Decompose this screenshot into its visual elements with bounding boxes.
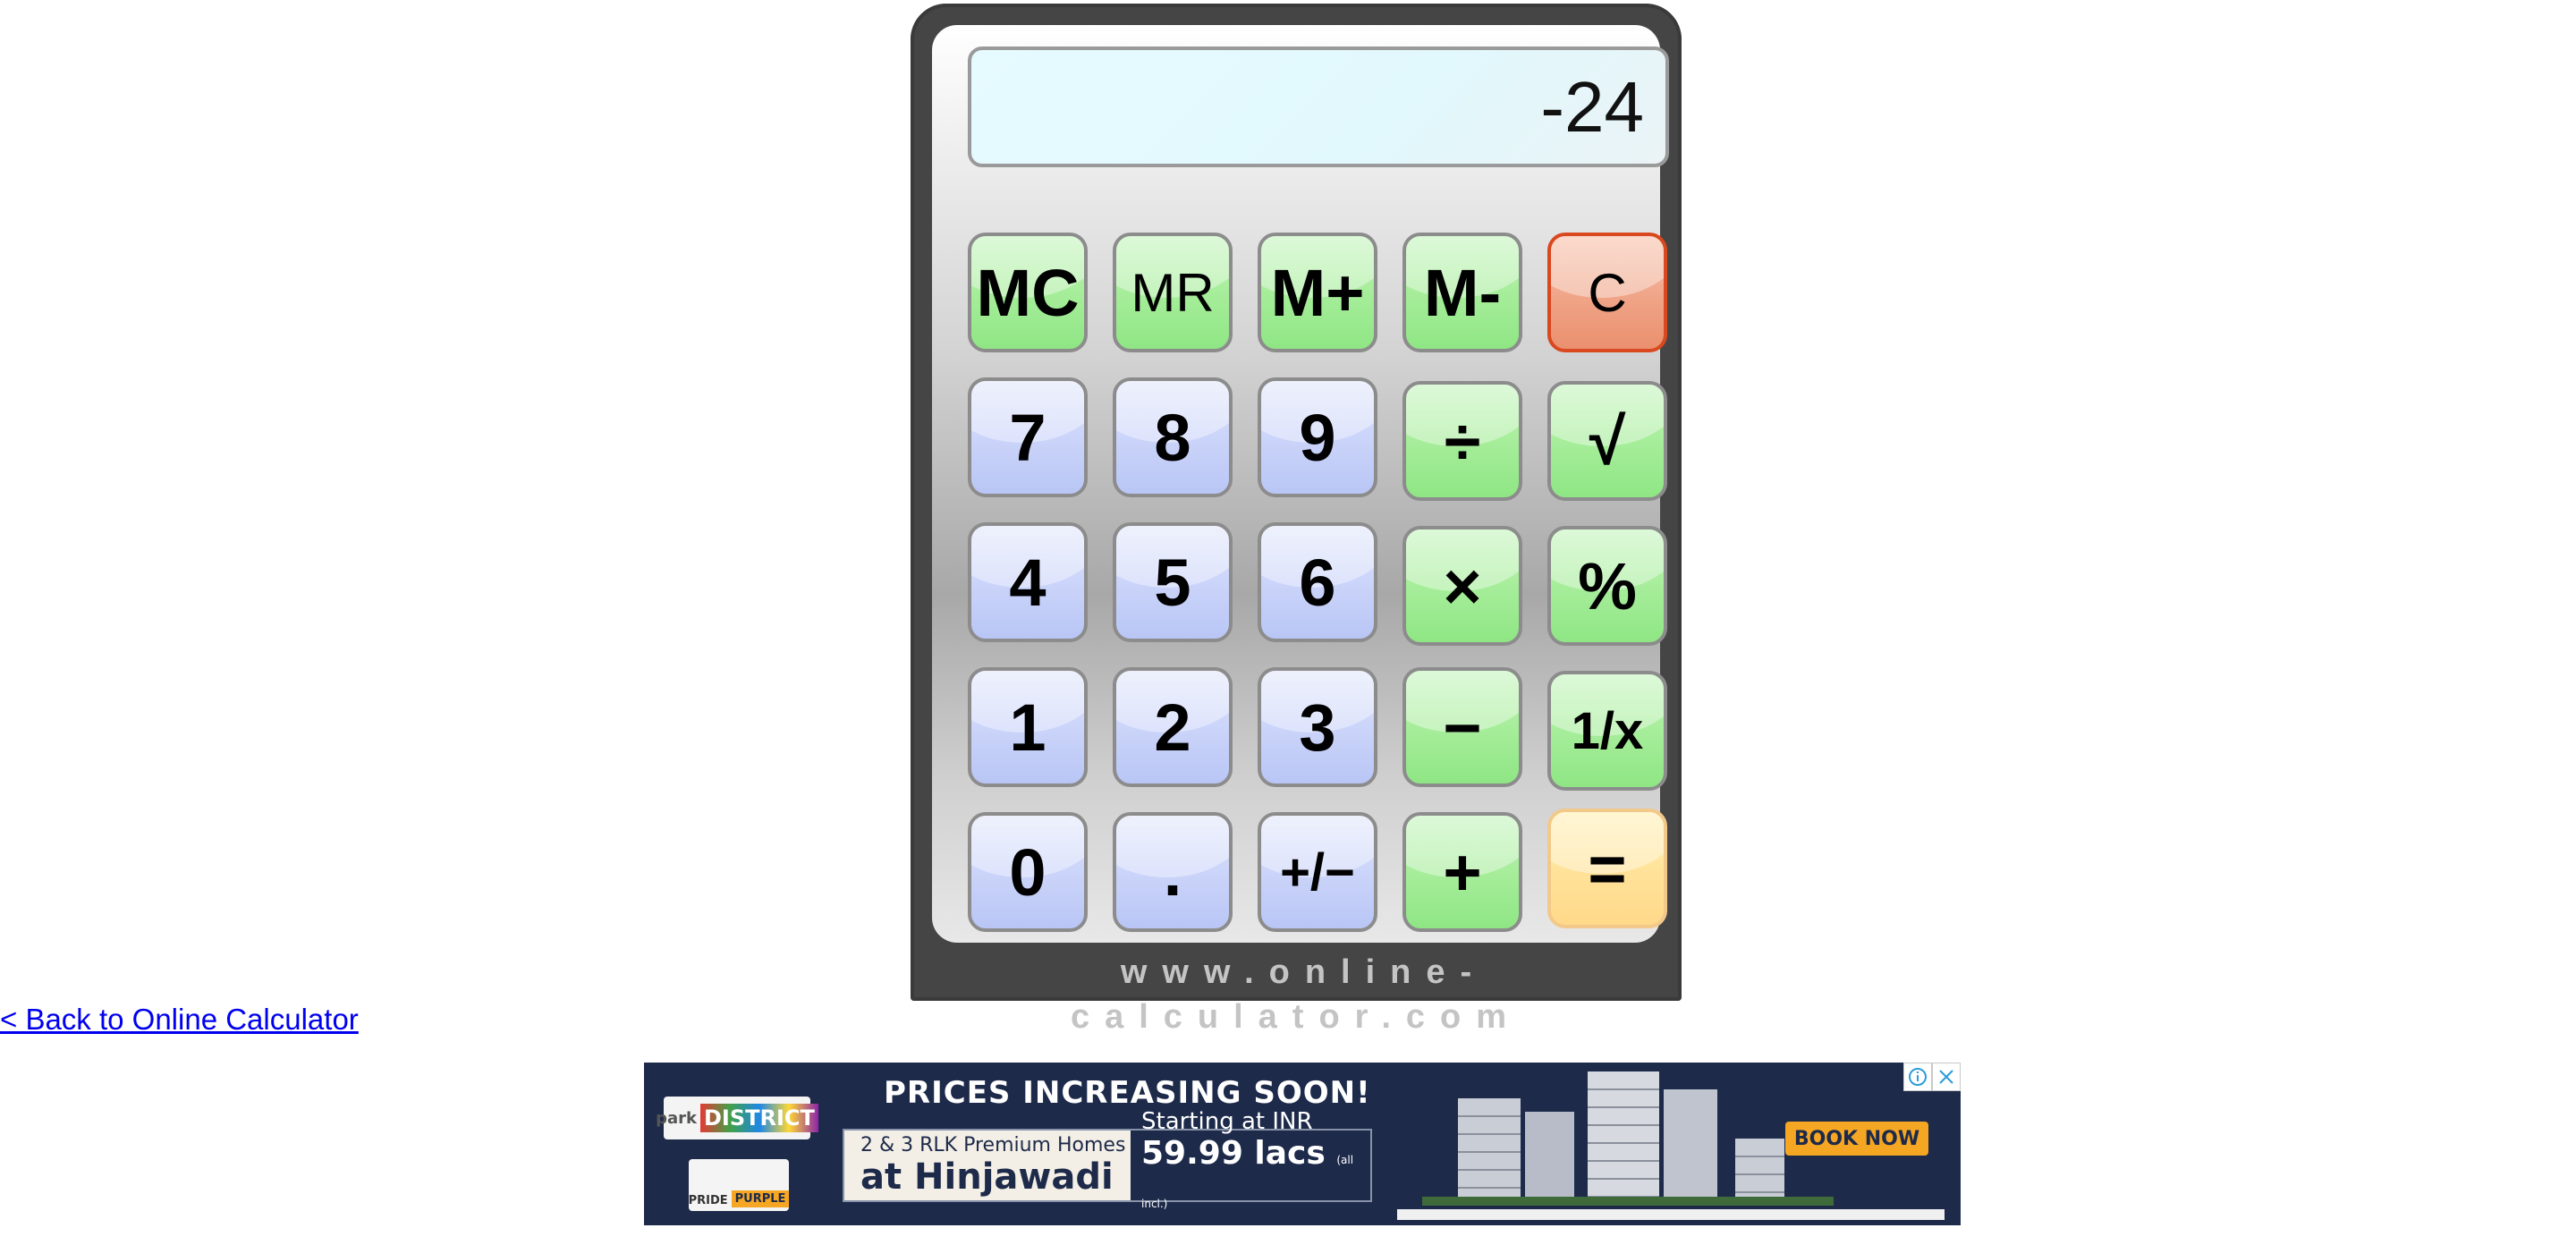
close-icon[interactable] — [1932, 1063, 1961, 1091]
digit-1-button[interactable]: 1 — [968, 667, 1088, 787]
digit-2-button[interactable]: 2 — [1113, 667, 1233, 787]
digit-5-label: 5 — [1154, 545, 1191, 620]
digit-0-button[interactable]: 0 — [968, 812, 1088, 932]
logo-purple-text: PURPLE — [731, 1190, 790, 1207]
pride-purple-logo: PRIDE PURPLE — [688, 1159, 790, 1211]
square-root-button[interactable]: √ — [1547, 381, 1667, 501]
ad-banner[interactable]: park DISTRICT PRIDE PURPLE PRICES INCREA… — [644, 1063, 1961, 1225]
digit-3-label: 3 — [1299, 690, 1336, 765]
ad-price-value: 59.99 lacs — [1141, 1135, 1326, 1172]
display-value: -24 — [1540, 67, 1644, 147]
add-button[interactable]: + — [1402, 812, 1522, 932]
memory-recall-label: MR — [1131, 262, 1215, 323]
page: -24 MC MR M+ M- C 7 8 9 ÷ √ 4 5 6 × % 1 … — [0, 0, 2576, 1245]
park-district-logo: park DISTRICT — [656, 1097, 818, 1139]
reciprocal-button[interactable]: 1/x — [1547, 671, 1667, 791]
info-icon-glyph — [1909, 1068, 1927, 1086]
equals-button[interactable]: = — [1547, 809, 1667, 928]
logo-park-text: park — [656, 1108, 697, 1128]
clear-label: C — [1588, 262, 1627, 323]
digit-4-label: 4 — [1009, 545, 1046, 620]
decimal-label: . — [1163, 834, 1182, 910]
digit-8-button[interactable]: 8 — [1113, 377, 1233, 497]
percent-button[interactable]: % — [1547, 526, 1667, 646]
calculator-brand: www.online-calculator.com — [1070, 953, 1522, 1036]
ad-offer-line1: 2 & 3 RLK Premium Homes — [860, 1134, 1126, 1156]
memory-clear-label: MC — [976, 255, 1080, 330]
digit-9-button[interactable]: 9 — [1258, 377, 1377, 497]
memory-clear-button[interactable]: MC — [968, 233, 1088, 352]
digit-3-button[interactable]: 3 — [1258, 667, 1377, 787]
subtract-label: − — [1443, 690, 1482, 765]
display: -24 — [968, 47, 1669, 167]
digit-6-button[interactable]: 6 — [1258, 522, 1377, 642]
subtract-button[interactable]: − — [1402, 667, 1522, 787]
calculator-face: -24 MC MR M+ M- C 7 8 9 ÷ √ 4 5 6 × % 1 … — [932, 25, 1669, 943]
multiply-button[interactable]: × — [1402, 526, 1522, 646]
add-label: + — [1443, 834, 1482, 910]
back-to-calculator-link[interactable]: < Back to Online Calculator — [0, 1002, 359, 1038]
ad-offer-right: Starting at INR 59.99 lacs (all incl.) — [1131, 1108, 1370, 1210]
ad-price-line1: Starting at INR — [1141, 1108, 1313, 1135]
digit-7-button[interactable]: 7 — [968, 377, 1088, 497]
reciprocal-label: 1/x — [1571, 701, 1644, 760]
digit-9-label: 9 — [1299, 400, 1336, 475]
digit-2-label: 2 — [1154, 690, 1191, 765]
memory-subtract-label: M- — [1423, 255, 1502, 330]
digit-5-button[interactable]: 5 — [1113, 522, 1233, 642]
equals-label: = — [1588, 831, 1627, 906]
digit-7-label: 7 — [1009, 400, 1046, 475]
calculator: -24 MC MR M+ M- C 7 8 9 ÷ √ 4 5 6 × % 1 … — [911, 4, 1682, 1036]
clear-button[interactable]: C — [1547, 233, 1667, 352]
digit-4-button[interactable]: 4 — [968, 522, 1088, 642]
ad-offer-left: 2 & 3 RLK Premium Homes at Hinjawadi — [844, 1131, 1131, 1200]
logo-district-text: DISTRICT — [700, 1104, 818, 1132]
divide-label: ÷ — [1444, 403, 1481, 479]
ad-offer-line2: at Hinjawadi — [860, 1156, 1114, 1198]
decimal-button[interactable]: . — [1113, 812, 1233, 932]
ad-headline: PRICES INCREASING SOON! — [884, 1075, 1371, 1111]
memory-recall-button[interactable]: MR — [1113, 233, 1233, 352]
close-icon-glyph — [1939, 1070, 1953, 1084]
digit-6-label: 6 — [1299, 545, 1336, 620]
memory-add-button[interactable]: M+ — [1258, 233, 1377, 352]
memory-subtract-button[interactable]: M- — [1402, 233, 1522, 352]
book-now-button[interactable]: BOOK NOW — [1785, 1122, 1928, 1156]
ad-offer-box: 2 & 3 RLK Premium Homes at Hinjawadi Sta… — [843, 1108, 1372, 1210]
memory-add-label: M+ — [1270, 255, 1365, 330]
plus-minus-button[interactable]: +/− — [1258, 812, 1377, 932]
logo-pride-text: PRIDE — [688, 1194, 728, 1207]
ad-disclaimer — [1397, 1209, 1945, 1220]
digit-1-label: 1 — [1009, 690, 1046, 765]
square-root-label: √ — [1589, 403, 1626, 479]
info-icon[interactable] — [1903, 1063, 1932, 1091]
digit-0-label: 0 — [1009, 834, 1046, 910]
divide-button[interactable]: ÷ — [1402, 381, 1522, 501]
percent-label: % — [1578, 548, 1637, 623]
digit-8-label: 8 — [1154, 400, 1191, 475]
buildings-image — [1422, 1063, 1834, 1206]
ad-price-line2: 59.99 lacs (all incl.) — [1141, 1135, 1370, 1223]
plus-minus-label: +/− — [1280, 843, 1355, 902]
multiply-label: × — [1443, 548, 1482, 623]
